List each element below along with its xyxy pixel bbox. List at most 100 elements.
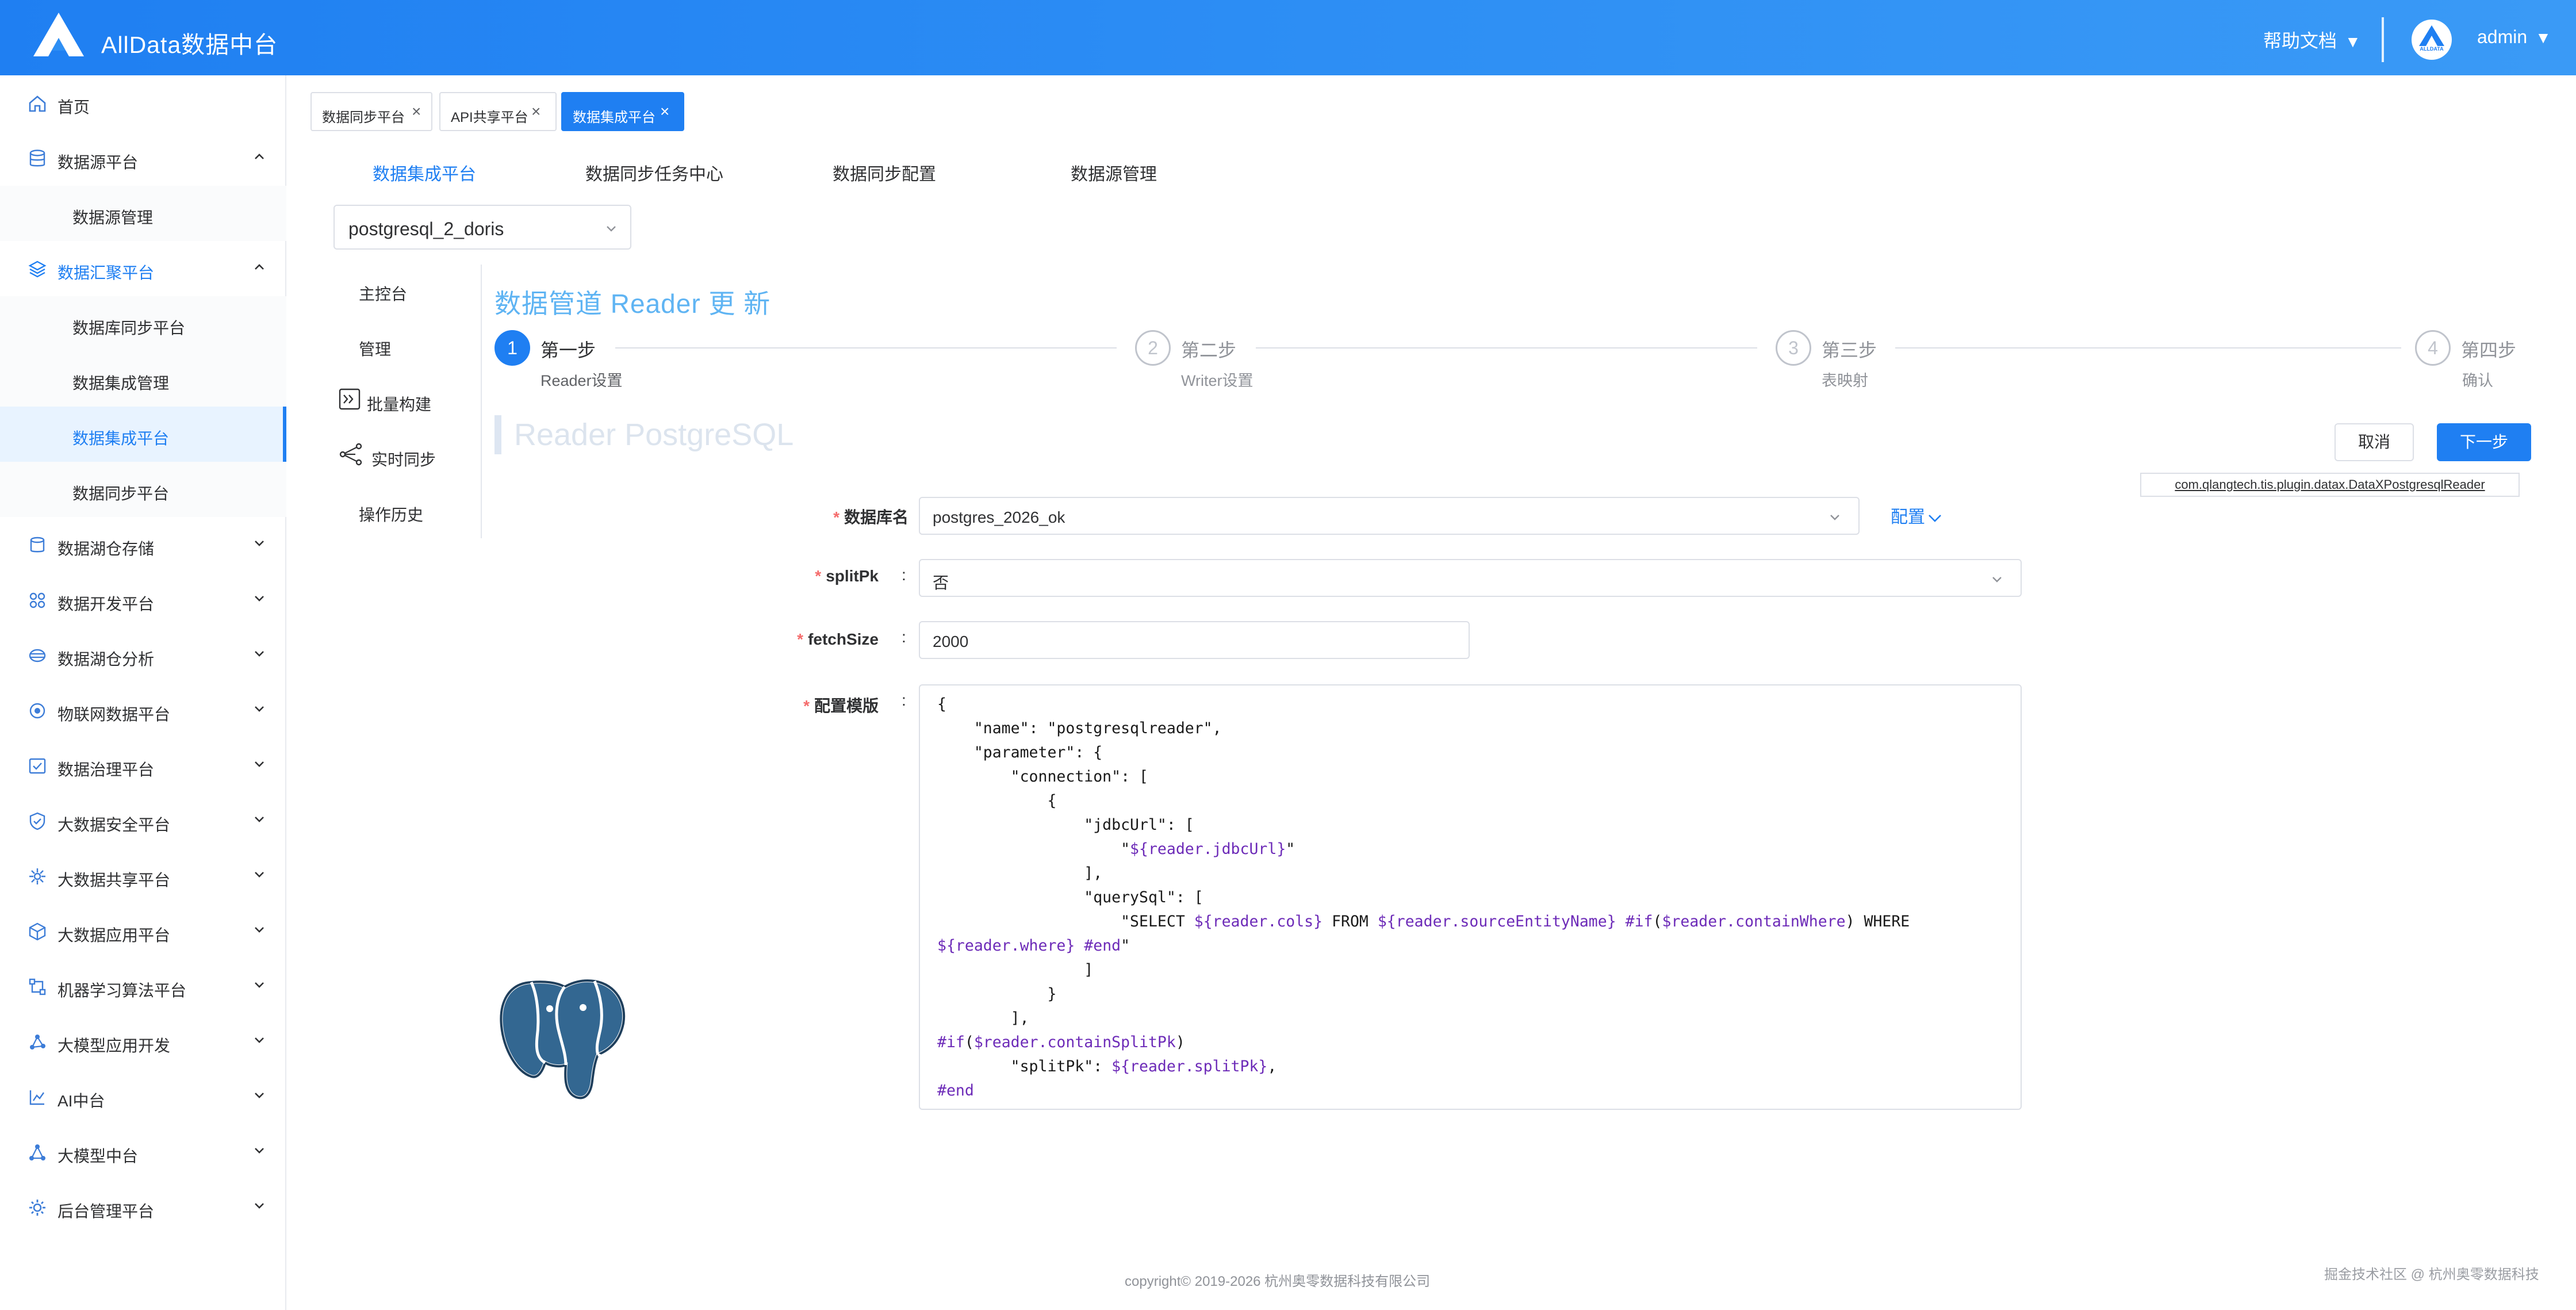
sidebar-item-db-sync-platform[interactable]: 数据库同步平台: [0, 296, 286, 351]
pipeline-select[interactable]: postgresql_2_doris: [334, 205, 631, 250]
sidebar-item-governance-platform[interactable]: 数据治理平台: [0, 738, 286, 793]
inner-menu-manage[interactable]: 管理: [359, 337, 391, 360]
tag-label: 数据同步平台: [322, 110, 405, 125]
fetch-size-input[interactable]: 2000: [919, 621, 1470, 659]
governance-icon: [29, 758, 46, 774]
template-label: * 配置模版: [803, 697, 879, 715]
analysis-icon: [29, 649, 46, 662]
gear-icon: [29, 1200, 45, 1216]
tag-label: API共享平台: [451, 110, 528, 125]
db-name-label-text: 数据库名: [844, 508, 908, 526]
alldata-logo-icon[interactable]: [32, 12, 85, 58]
label-colon: :: [902, 504, 906, 522]
sidebar-item-admin-platform[interactable]: 后台管理平台: [0, 1179, 286, 1235]
sidebar-item-label: 数据集成平台: [72, 430, 170, 447]
split-pk-label-text: splitPk: [826, 567, 879, 585]
tab-sync-config[interactable]: 数据同步配置: [833, 160, 936, 185]
config-template-code: { "name": "postgresqlreader", "parameter…: [937, 695, 1910, 1100]
tab-sync-task-center[interactable]: 数据同步任务中心: [585, 160, 723, 185]
realtime-sync-icon: [339, 443, 362, 466]
database-icon: [29, 150, 45, 167]
cancel-button[interactable]: 取消: [2334, 423, 2414, 461]
split-pk-select[interactable]: 否: [919, 559, 2022, 597]
sidebar-item-label: 数据源管理: [72, 209, 154, 227]
config-template-editor[interactable]: { "name": "postgresqlreader", "parameter…: [919, 684, 2022, 1110]
iot-icon: [29, 703, 45, 719]
close-icon[interactable]: ×: [412, 102, 421, 121]
sidebar-item-label: 数据开发平台: [57, 595, 155, 613]
sidebar-item-label: 机器学习算法平台: [57, 982, 187, 999]
close-icon[interactable]: ×: [531, 102, 540, 121]
sidebar-item-integration-management[interactable]: 数据集成管理: [0, 351, 286, 407]
close-icon[interactable]: ×: [660, 102, 669, 121]
caret-down-icon: ▼: [2345, 33, 2361, 51]
fetch-size-label: * fetchSize: [797, 630, 879, 648]
sidebar-item-data-aggregation-platform[interactable]: 数据汇聚平台: [0, 241, 286, 296]
sidebar-item-iot-platform[interactable]: 物联网数据平台: [0, 683, 286, 738]
sidebar-item-llm-platform[interactable]: 大模型中台: [0, 1124, 286, 1179]
sidebar-item-data-sync-platform[interactable]: 数据同步平台: [0, 462, 286, 517]
inner-menu-label: 批量构建: [367, 396, 432, 413]
next-step-button[interactable]: 下一步: [2437, 423, 2531, 461]
ai-icon: [29, 1090, 44, 1105]
config-dropdown-link[interactable]: 配置: [1891, 503, 1942, 528]
pipeline-select-value: postgresql_2_doris: [348, 219, 504, 239]
step-3-title: 第三步: [1822, 340, 1877, 361]
sidebar-item-home[interactable]: 首页: [0, 75, 286, 131]
sidebar-item-data-development[interactable]: 数据开发平台: [0, 572, 286, 627]
page-title: 数据管道 Reader 更 新: [494, 289, 771, 319]
sidebar-item-lakehouse-storage[interactable]: 数据湖仓存储: [0, 517, 286, 572]
step-4-desc: 确认: [2462, 372, 2493, 389]
tab-datasource-management[interactable]: 数据源管理: [1071, 160, 1157, 185]
sidebar-item-label: 数据湖仓分析: [57, 650, 155, 668]
grid-icon: [29, 592, 45, 608]
postgresql-elephant-icon: [499, 979, 626, 1100]
avatar-text: ALLDATA: [2420, 46, 2444, 52]
help-docs-menu[interactable]: 帮助文档 ▼: [2263, 26, 2361, 53]
tab-integration-platform[interactable]: 数据集成平台: [373, 160, 476, 185]
cube-icon: [29, 922, 46, 941]
sidebar-item-label: 大模型中台: [57, 1147, 139, 1165]
chevron-down-icon: [607, 226, 616, 232]
chevron-down-icon: [255, 706, 264, 712]
sidebar-item-share-platform[interactable]: 大数据共享平台: [0, 848, 286, 903]
step-3-circle: 3: [1776, 330, 1811, 366]
sidebar-item-ml-platform[interactable]: 机器学习算法平台: [0, 959, 286, 1014]
sidebar-item-lakehouse-analysis[interactable]: 数据湖仓分析: [0, 627, 286, 683]
tag-data-sync-platform[interactable]: 数据同步平台 ×: [310, 92, 432, 131]
inner-menu-history[interactable]: 操作历史: [359, 503, 423, 526]
top-header: AllData数据中台 帮助文档 ▼ ALLDATA admin ▼: [0, 0, 2576, 75]
chevron-down-icon: [255, 1093, 264, 1098]
chevron-down-icon: [255, 541, 264, 546]
chevron-down-icon: [255, 1148, 264, 1154]
user-menu[interactable]: admin ▼: [2477, 26, 2551, 48]
layers-icon: [28, 261, 47, 278]
sidebar-item-llm-app-dev[interactable]: 大模型应用开发: [0, 1014, 286, 1069]
db-name-select[interactable]: postgres_2026_ok: [919, 497, 1860, 535]
inner-menu-console[interactable]: 主控台: [359, 282, 407, 305]
inner-menu-label: 实时同步: [371, 451, 436, 469]
sidebar-item-label: 数据治理平台: [57, 761, 155, 779]
share-icon: [29, 868, 45, 884]
avatar[interactable]: ALLDATA: [2412, 20, 2452, 60]
sidebar-item-label: 大数据安全平台: [57, 816, 171, 834]
sidebar-item-datasource-management[interactable]: 数据源管理: [0, 186, 286, 241]
sidebar-item-application-platform[interactable]: 大数据应用平台: [0, 903, 286, 959]
watermark-text: 掘金技术社区 @ 杭州奥零数据科技: [2324, 1267, 2539, 1282]
sidebar-item-label: 数据集成管理: [72, 374, 170, 392]
sidebar-item-ai-platform[interactable]: AI中台: [0, 1069, 286, 1124]
step-3-desc: 表映射: [1822, 372, 1868, 389]
sidebar-item-integration-platform[interactable]: 数据集成平台: [0, 407, 286, 462]
tag-api-share-platform[interactable]: API共享平台 ×: [439, 92, 557, 131]
step-connector: [1895, 347, 2401, 348]
chevron-down-icon: [255, 651, 264, 657]
chevron-down-icon: [1992, 577, 2002, 583]
sidebar-item-security-platform[interactable]: 大数据安全平台: [0, 793, 286, 848]
reader-heading: Reader PostgreSQL: [494, 415, 793, 454]
sidebar-item-label: 数据源平台: [57, 154, 139, 171]
user-name: admin: [2477, 26, 2528, 47]
plugin-class-link[interactable]: com.qlangtech.tis.plugin.datax.DataXPost…: [2140, 473, 2520, 497]
tag-integration-platform[interactable]: 数据集成平台 ×: [561, 92, 684, 131]
sidebar-item-datasource-platform[interactable]: 数据源平台: [0, 131, 286, 186]
fetch-size-value: 2000: [933, 633, 969, 650]
